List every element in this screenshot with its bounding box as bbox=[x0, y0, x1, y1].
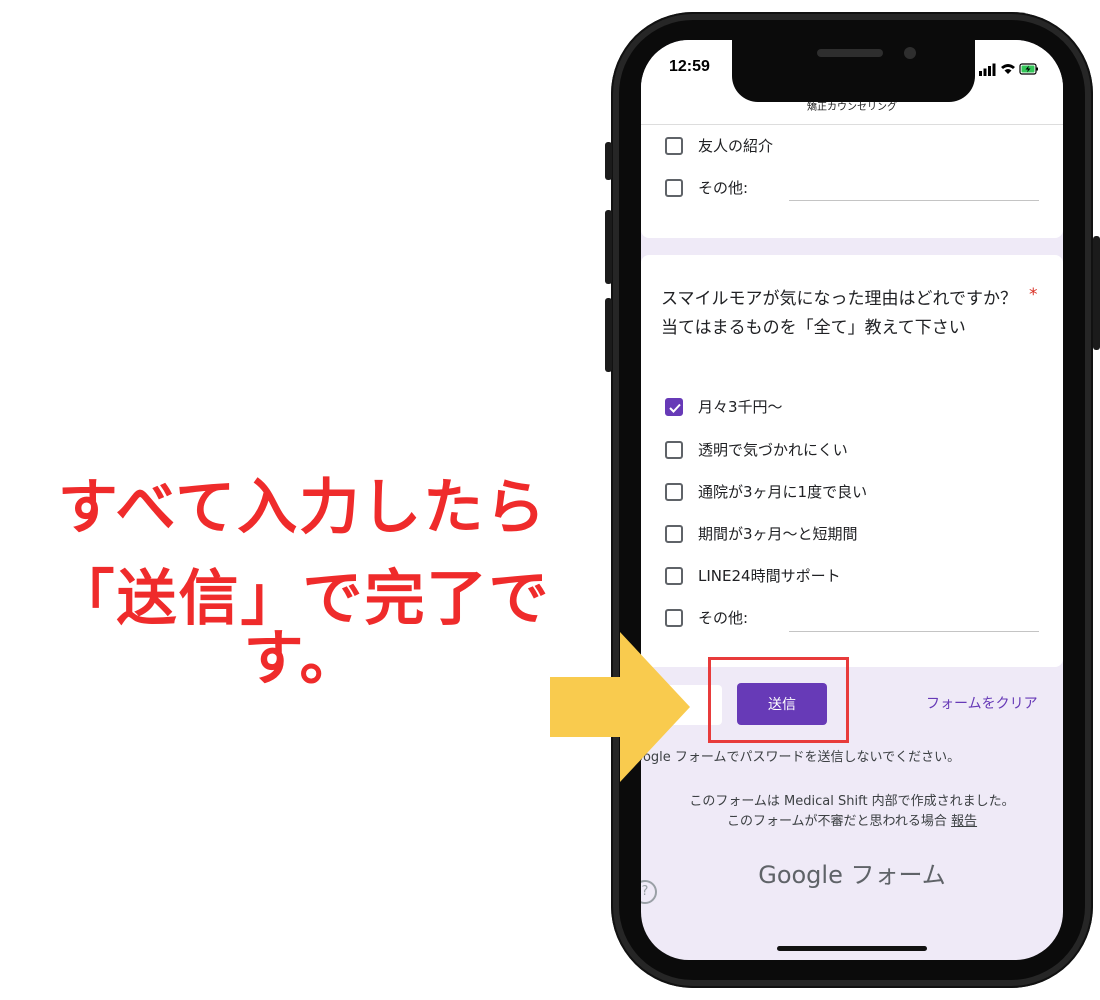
footer-created-by: このフォームは Medical Shift 内部で作成されました。 bbox=[689, 794, 1015, 809]
checkbox[interactable] bbox=[665, 609, 683, 627]
side-button bbox=[1093, 236, 1100, 350]
other-text-input[interactable] bbox=[789, 200, 1039, 201]
option-label: 月々3千円〜 bbox=[698, 398, 783, 416]
annotation-line-2: 「送信」で完了です。 bbox=[54, 564, 551, 694]
arrow-right-icon bbox=[550, 632, 690, 782]
annotation-line-1: すべて入力したら bbox=[57, 473, 548, 543]
phone-screen: 12:59 矯正カウンセリング 友人の紹介 その他: スマイルモアが気になった理… bbox=[641, 40, 1063, 960]
home-indicator bbox=[777, 946, 927, 951]
checkbox[interactable] bbox=[665, 483, 683, 501]
option-label: 友人の紹介 bbox=[698, 137, 774, 155]
option-label: その他: bbox=[698, 609, 749, 627]
report-link[interactable]: 報告 bbox=[951, 814, 977, 829]
checkbox-checked[interactable] bbox=[665, 398, 683, 416]
camera bbox=[904, 47, 916, 59]
signal-icon bbox=[979, 63, 1038, 76]
footer-suspicious-text: このフォームが不審だと思われる場合 bbox=[726, 814, 947, 829]
wifi-icon bbox=[1001, 64, 1015, 69]
google-forms-logo: Google フォーム bbox=[758, 861, 946, 889]
speaker bbox=[817, 49, 883, 57]
required-mark: * bbox=[1029, 285, 1038, 305]
side-button bbox=[605, 210, 612, 284]
check-icon bbox=[669, 403, 681, 413]
checkbox[interactable] bbox=[665, 441, 683, 459]
status-time: 12:59 bbox=[669, 58, 710, 75]
question-text: スマイルモアが気になった理由はどれですか？当てはまるものを「全て」教えて下さい bbox=[661, 289, 1017, 338]
option-label: 透明で気づかれにくい bbox=[698, 441, 848, 459]
clear-form-link[interactable]: フォームをクリア bbox=[926, 693, 1038, 713]
side-button bbox=[605, 298, 612, 372]
option-label: 通院が3ヶ月に1度で良い bbox=[698, 483, 868, 501]
checkbox[interactable] bbox=[665, 567, 683, 585]
other-text-input[interactable] bbox=[789, 631, 1039, 632]
option-label: その他: bbox=[698, 179, 749, 197]
footer-report-line: このフォームが不審だと思われる場合 報告 bbox=[641, 810, 1063, 829]
highlight-box bbox=[708, 657, 849, 743]
option-label: 期間が3ヶ月〜と短期間 bbox=[698, 525, 858, 543]
checkbox[interactable] bbox=[665, 137, 683, 155]
side-button bbox=[605, 142, 612, 180]
checkbox[interactable] bbox=[665, 525, 683, 543]
option-label: LINE24時間サポート bbox=[698, 567, 841, 585]
checkbox[interactable] bbox=[665, 179, 683, 197]
